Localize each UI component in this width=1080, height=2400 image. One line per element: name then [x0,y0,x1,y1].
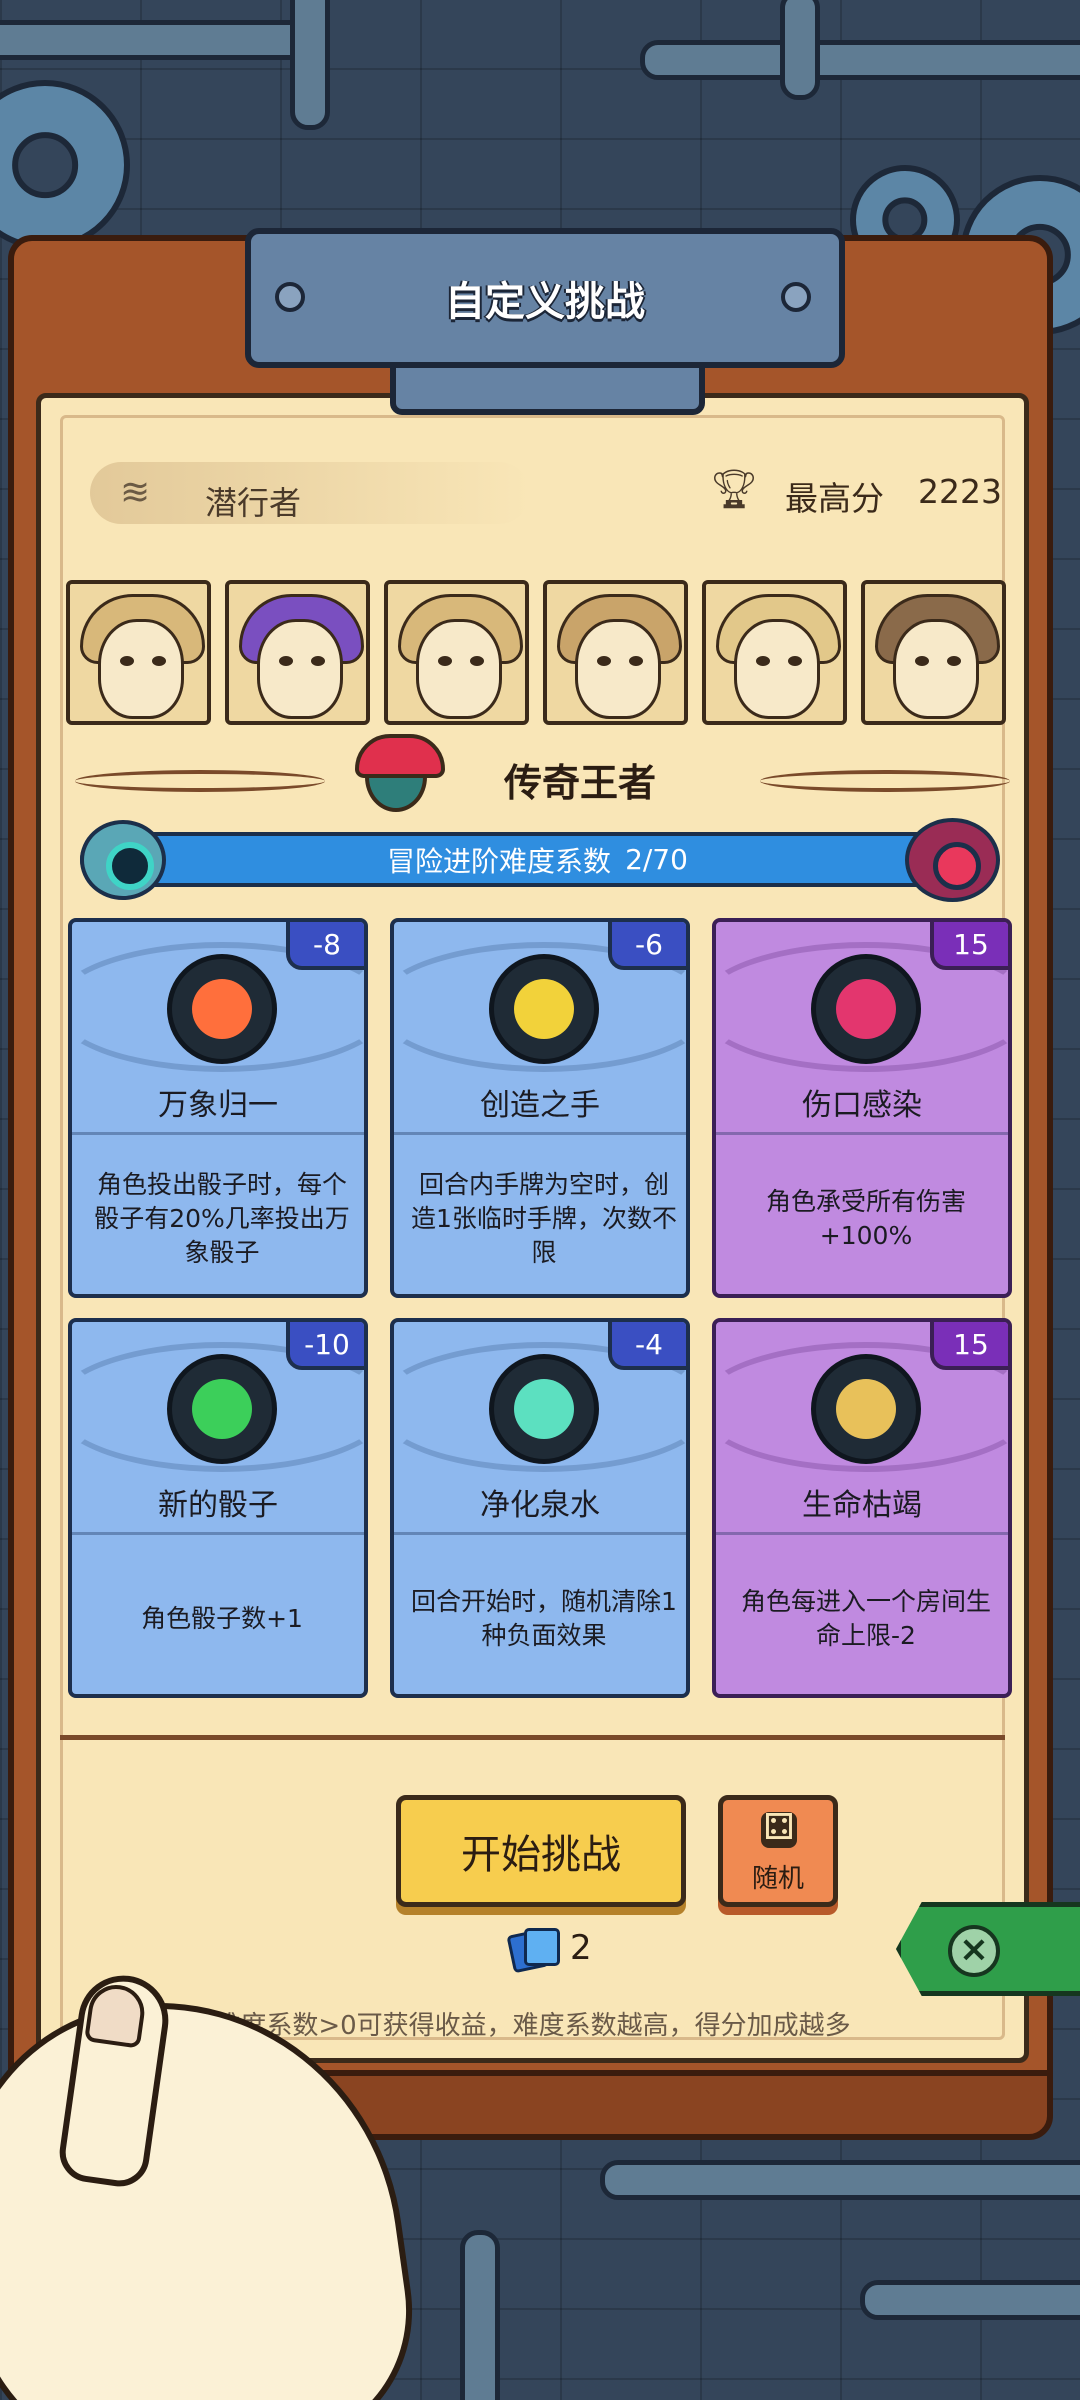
portrait-eye [629,656,643,666]
page-title: 自定义挑战 [445,279,645,325]
claw-marks-icon: ≋ [120,472,151,513]
portrait-6[interactable] [861,580,1006,725]
difficulty-text: 冒险进阶难度系数 2/70 [80,832,995,887]
background-pipe [640,40,1080,80]
card-cost: -8 [286,922,364,970]
portrait-face [257,619,343,719]
emblem-core [514,1379,574,1439]
card-divider [72,1532,364,1535]
emblem-core [514,979,574,1039]
infected-hand-icon [811,954,921,1064]
start-challenge-button[interactable]: 开始挑战 [396,1795,686,1907]
emblem-core [192,1379,252,1439]
portrait-eye [279,656,293,666]
card-name: 净化泉水 [480,1488,600,1523]
melting-candle-icon [811,1354,921,1464]
golden-hand-icon [489,954,599,1064]
background-pipe [600,2160,1080,2200]
card-cost: 15 [930,922,1008,970]
portrait-eye [915,656,929,666]
card-name: 创造之手 [480,1088,600,1123]
ornament-divider [760,770,1010,792]
card-cost: 15 [930,1322,1008,1370]
gear-icon [0,80,130,250]
difficulty-label: 冒险进阶难度系数 [387,844,612,878]
rank-title: 传奇王者 [503,761,656,805]
portrait-eye [597,656,611,666]
emblem-core [192,979,252,1039]
card-name: 新的骰子 [158,1488,278,1523]
random-button[interactable]: 随机 [718,1795,838,1907]
ticket-count: 2 [570,1928,592,1968]
difficulty-value: 2/70 [625,843,688,876]
card-name: 伤口感染 [802,1088,922,1123]
portrait-4[interactable] [543,580,688,725]
portrait-eye [947,656,961,666]
card-cost: -6 [608,922,686,970]
card-ticket-icon [506,1926,562,1974]
spring-water-icon [489,1354,599,1464]
card-cost: -10 [286,1322,364,1370]
demon-eye-icon [905,818,1000,902]
card-name: 生命枯竭 [802,1488,922,1523]
card-divider [716,1132,1008,1135]
trophy-icon: 🏆︎ [710,467,759,511]
portrait-3[interactable] [384,580,529,725]
card-cost: -4 [608,1322,686,1370]
emblem-core [836,979,896,1039]
card-description: 角色每进入一个房间生命上限-2 [740,1587,991,1650]
emblem-core [836,1379,896,1439]
card-description: 角色承受所有伤害+100% [765,1187,966,1250]
background-pipe [460,2230,500,2400]
modifier-card[interactable]: -4 净化泉水回合开始时，随机清除1种负面效果 [390,1318,690,1698]
jester-crown-icon [355,734,445,812]
card-divider [394,1132,686,1135]
modifier-card[interactable]: -10 新的骰子角色骰子数+1 [68,1318,368,1698]
portrait-face [734,619,820,719]
portrait-eye [788,656,802,666]
portrait-eye [756,656,770,666]
class-name: 潜行者 [205,484,302,522]
background-pipe [780,0,820,100]
card-description: 回合内手牌为空时，创造1张临时手牌，次数不限 [411,1170,677,1267]
card-description: 角色投出骰子时，每个骰子有20%几率投出万象骰子 [94,1170,350,1267]
portrait-eye [470,656,484,666]
modifier-card[interactable]: -8 万象归一角色投出骰子时，每个骰子有20%几率投出万象骰子 [68,918,368,1298]
dice-icon [761,1808,797,1848]
modifier-card[interactable]: 15 生命枯竭角色每进入一个房间生命上限-2 [712,1318,1012,1698]
portrait-face [98,619,184,719]
portrait-face [575,619,661,719]
card-divider [394,1532,686,1535]
background-pipe [290,0,330,130]
background-pipe [0,20,310,60]
portrait-eye [311,656,325,666]
portrait-eye [152,656,166,666]
modifier-card[interactable]: 15 伤口感染角色承受所有伤害+100% [712,918,1012,1298]
portrait-1[interactable] [66,580,211,725]
portrait-2[interactable] [225,580,370,725]
best-score-label: 最高分 [785,479,884,518]
portrait-face [416,619,502,719]
ornament-divider [60,1735,1005,1740]
modifier-card[interactable]: -6 创造之手回合内手牌为空时，创造1张临时手牌，次数不限 [390,918,690,1298]
eye-monster-icon [80,820,166,900]
portrait-face [893,619,979,719]
spiral-icon [167,954,277,1064]
best-score-value: 2223 [918,472,1002,511]
ornament-divider [75,770,325,792]
card-name: 万象归一 [158,1088,278,1123]
random-label: 随机 [751,1864,804,1894]
portrait-eye [438,656,452,666]
close-icon[interactable]: × [948,1925,1000,1977]
card-description: 回合开始时，随机清除1种负面效果 [411,1587,677,1650]
background-pipe [860,2280,1080,2320]
glowing-dice-icon [167,1354,277,1464]
portrait-eye [120,656,134,666]
card-divider [72,1132,364,1135]
card-description: 角色骰子数+1 [141,1604,303,1633]
portrait-5[interactable] [702,580,847,725]
card-divider [716,1532,1008,1535]
